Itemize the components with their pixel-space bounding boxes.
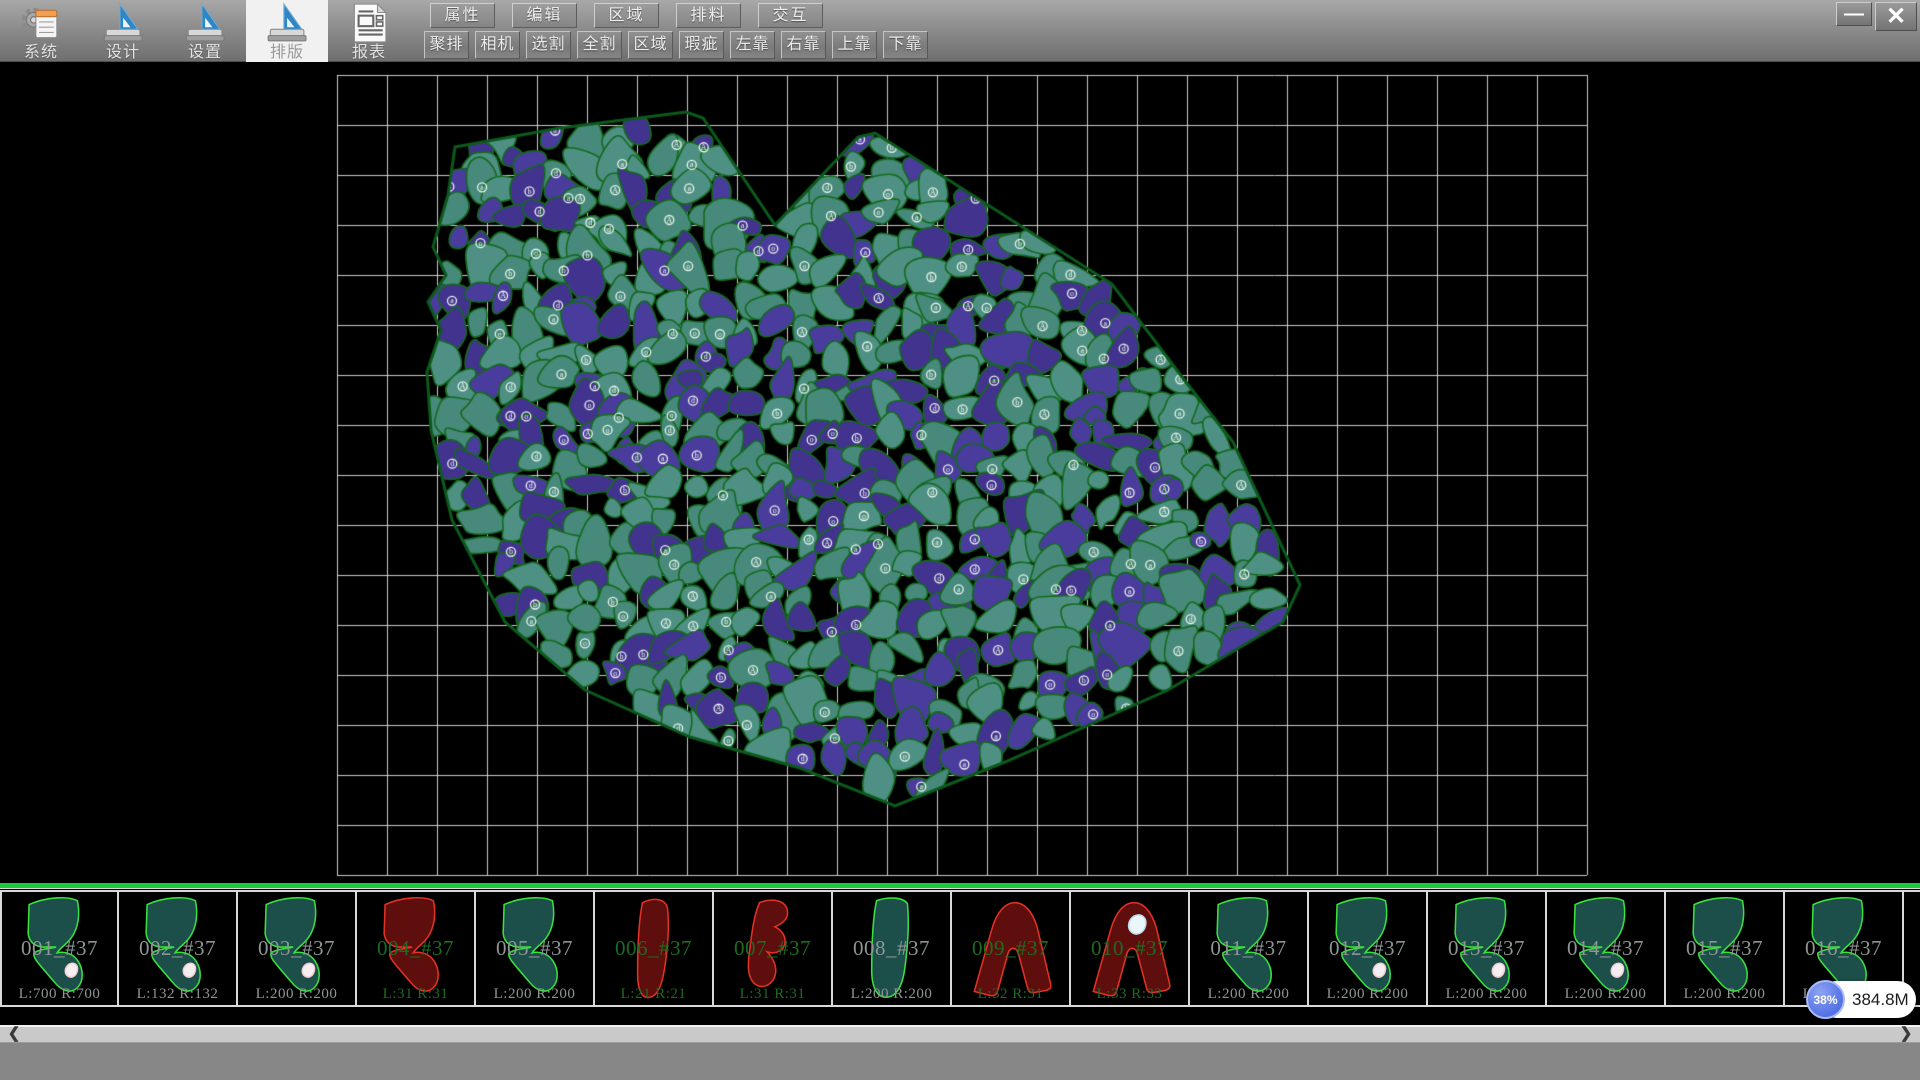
piece-count-label: L:132 R:132 [119, 986, 236, 1003]
piece-count-label: L:200 R:200 [238, 986, 355, 1003]
menu-tab-row: 属性编辑区域排料交互 [430, 3, 823, 29]
piece-count-label: L:200 R:200 [833, 986, 950, 1003]
piece-thumbnail-strip: 001_#37 L:700 R:700 002_#37 L:132 R:132 00… [0, 888, 1920, 1008]
piece-id-label: 004_#37 [357, 936, 474, 961]
thumbnail-cell-10[interactable]: 010_#37 L:33 R:33 [1071, 890, 1190, 1007]
piece-id-label: 015_#37 [1666, 936, 1783, 961]
piece-count-label: L:31 R:31 [357, 986, 474, 1003]
piece-id-label: 007_#37 [714, 936, 831, 961]
tool-button-2[interactable]: 选割 [526, 31, 571, 59]
thumbnail-cell-1[interactable]: 001_#37 L:700 R:700 [0, 890, 119, 1007]
tool-button-5[interactable]: 瑕疵 [679, 31, 724, 59]
piece-id-label: 006_#37 [595, 936, 712, 961]
thumbnail-cell-12[interactable]: 012_#37 L:200 R:200 [1309, 890, 1428, 1007]
piece-count-label: L:31 R:31 [714, 986, 831, 1003]
app-button-4[interactable]: 报表 [328, 0, 410, 62]
memory-usage-value: 384.8M [1852, 980, 1909, 1019]
piece-count-label: L:200 R:200 [1309, 986, 1426, 1003]
status-bar [0, 1042, 1920, 1080]
thumbnail-cell-6[interactable]: 006_#37 L:21 R:21 [595, 890, 714, 1007]
window-controls: — ✕ [1836, 2, 1917, 31]
piece-id-label: 017_#37 [1904, 936, 1920, 961]
app-button-3[interactable]: 排版 [246, 0, 328, 62]
piece-count-label: L:700 R:700 [2, 986, 117, 1003]
memory-badge: 38% 384.8M [1806, 980, 1916, 1019]
piece-id-label: 010_#37 [1071, 936, 1188, 961]
thumbnail-cell-14[interactable]: 014_#37 L:200 R:200 [1547, 890, 1666, 1007]
design-icon [100, 2, 146, 44]
app-button-label: 设计 [106, 44, 140, 62]
piece-id-label: 012_#37 [1309, 936, 1426, 961]
app-button-2[interactable]: 设置 [164, 0, 246, 62]
report-icon [346, 2, 392, 44]
piece-id-label: 008_#37 [833, 936, 950, 961]
piece-id-label: 009_#37 [952, 936, 1069, 961]
settings-icon [182, 2, 228, 44]
tool-button-7[interactable]: 右靠 [781, 31, 826, 59]
tool-button-row: 聚排相机选割全割区域瑕疵左靠右靠上靠下靠 [424, 31, 928, 59]
nesting-canvas[interactable] [0, 62, 1920, 883]
tool-button-8[interactable]: 上靠 [832, 31, 877, 59]
menu-tab-0[interactable]: 属性 [430, 3, 495, 28]
thumbnail-cell-8[interactable]: 008_#37 L:200 R:200 [833, 890, 952, 1007]
piece-id-label: 005_#37 [476, 936, 593, 961]
piece-id-label: 016_#37 [1785, 936, 1902, 961]
close-button[interactable]: ✕ [1875, 2, 1917, 31]
thumbnail-cell-5[interactable]: 005_#37 L:200 R:200 [476, 890, 595, 1007]
app-button-1[interactable]: 设计 [82, 0, 164, 62]
piece-count-label: L:200 R:200 [1666, 986, 1783, 1003]
tool-button-0[interactable]: 聚排 [424, 31, 469, 59]
minimize-button[interactable]: — [1836, 2, 1872, 26]
scroll-right-arrow-icon[interactable]: ❯ [1894, 1027, 1918, 1042]
app-button-label: 报表 [352, 44, 386, 62]
menu-tab-2[interactable]: 区域 [594, 3, 659, 28]
thumbnail-cell-3[interactable]: 003_#37 L:200 R:200 [238, 890, 357, 1007]
piece-count-label: L:32 R:31 [952, 986, 1069, 1003]
tool-button-1[interactable]: 相机 [475, 31, 520, 59]
app-buttons: 系统 设计 设置 排版 [0, 0, 410, 62]
piece-count-label: L:33 R:33 [1071, 986, 1188, 1003]
thumbnail-cell-11[interactable]: 011_#37 L:200 R:200 [1190, 890, 1309, 1007]
piece-id-label: 011_#37 [1190, 936, 1307, 961]
top-toolbar: 系统 设计 设置 排版 [0, 0, 1920, 62]
piece-id-label: 014_#37 [1547, 936, 1664, 961]
piece-id-label: 003_#37 [238, 936, 355, 961]
scroll-left-arrow-icon[interactable]: ❮ [2, 1027, 26, 1042]
thumbnail-cell-15[interactable]: 015_#37 L:200 R:200 [1666, 890, 1785, 1007]
tool-button-3[interactable]: 全割 [577, 31, 622, 59]
thumbnail-cell-4[interactable]: 004_#37 L:31 R:31 [357, 890, 476, 1007]
piece-count-label: L:200 R:200 [1428, 986, 1545, 1003]
layout-icon [264, 2, 310, 44]
piece-count-label: L:200 R:200 [1190, 986, 1307, 1003]
thumbnail-cell-7[interactable]: 007_#37 L:31 R:31 [714, 890, 833, 1007]
piece-count-label: L:200 R:200 [476, 986, 593, 1003]
piece-id-label: 001_#37 [2, 936, 117, 961]
app-button-0[interactable]: 系统 [0, 0, 82, 62]
tool-button-4[interactable]: 区域 [628, 31, 673, 59]
thumbnail-cell-2[interactable]: 002_#37 L:132 R:132 [119, 890, 238, 1007]
app-button-label: 系统 [24, 44, 58, 62]
menu-tab-3[interactable]: 排料 [676, 3, 741, 28]
memory-percent-indicator: 38% [1806, 980, 1845, 1019]
piece-id-label: 002_#37 [119, 936, 236, 961]
menu-tab-1[interactable]: 编辑 [512, 3, 577, 28]
piece-id-label: 013_#37 [1428, 936, 1545, 961]
thumbnail-cell-13[interactable]: 013_#37 L:200 R:200 [1428, 890, 1547, 1007]
horizontal-scrollbar[interactable]: ❮ ❯ [0, 1025, 1920, 1042]
tool-button-9[interactable]: 下靠 [883, 31, 928, 59]
app-button-label: 排版 [270, 44, 304, 62]
app-button-label: 设置 [188, 44, 222, 62]
piece-count-label: L:200 R:200 [1547, 986, 1664, 1003]
thumbnail-cell-9[interactable]: 009_#37 L:32 R:31 [952, 890, 1071, 1007]
tool-button-6[interactable]: 左靠 [730, 31, 775, 59]
piece-count-label: L:21 R:21 [595, 986, 712, 1003]
system-icon [18, 2, 64, 44]
menu-tab-4[interactable]: 交互 [758, 3, 823, 28]
